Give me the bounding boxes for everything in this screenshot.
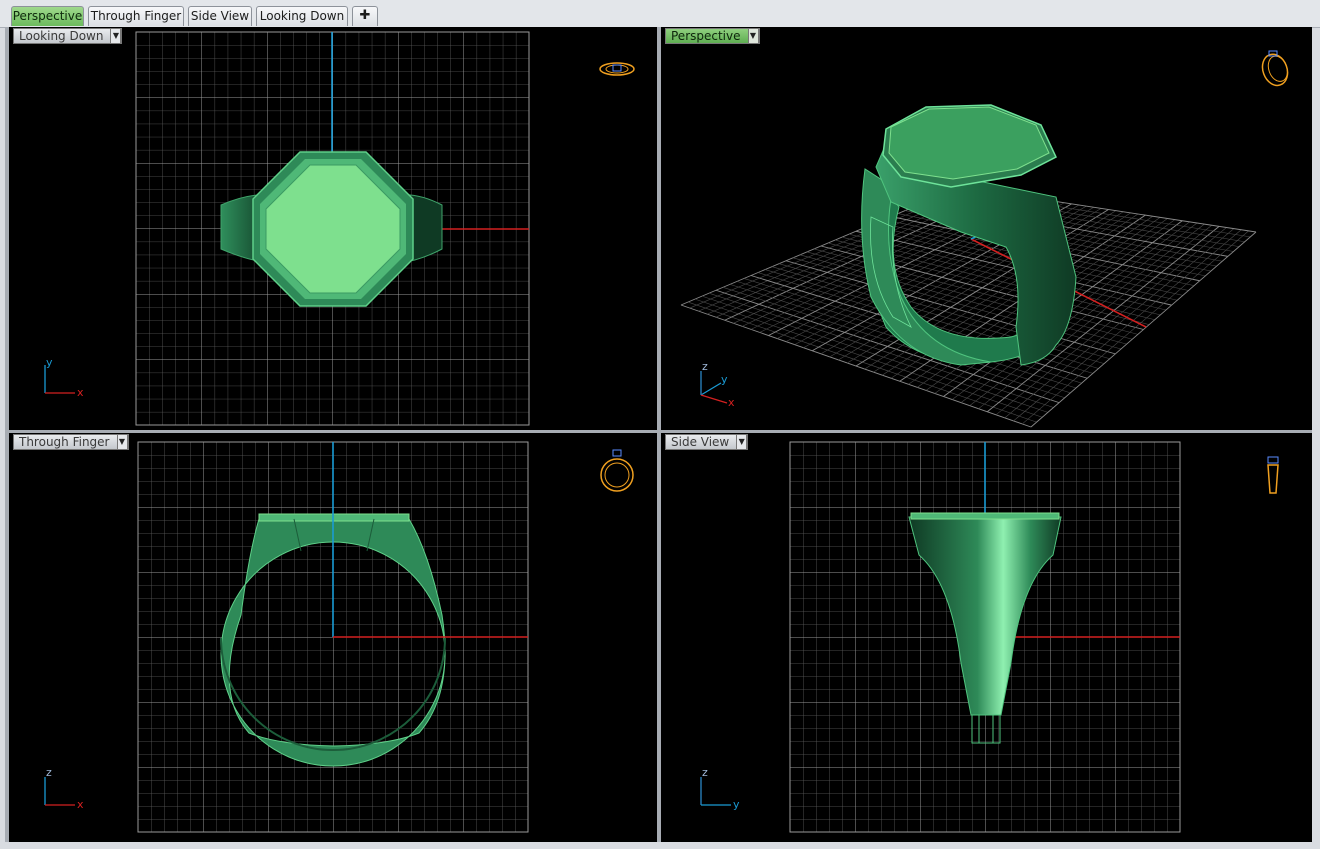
side-view-canvas: z y [700,441,1279,833]
viewport-perspective[interactable]: z y x Perspective ▼ [661,27,1312,430]
axis-label-z: z [702,766,708,779]
axis-label-z: z [702,360,708,373]
chevron-down-icon[interactable]: ▼ [110,28,122,44]
viewport-label-text: Through Finger [19,435,110,449]
tab-perspective[interactable]: Perspective [11,6,84,26]
viewport-label-text: Looking Down [19,29,104,43]
nav-widget-perspective[interactable] [1258,50,1291,89]
viewport-label-text: Side View [671,435,730,449]
viewport-area: y x Looking Down ▼ z y x Perspective ▼ z… [5,27,1312,842]
axis-label-y: y [721,373,728,386]
axis-indicator [44,365,75,394]
viewport-label-text: Perspective [671,29,741,43]
chevron-down-icon[interactable]: ▼ [747,28,759,44]
axis-label-y: y [733,798,740,811]
ring-model-perspective[interactable] [861,104,1077,366]
nav-widget-side[interactable] [1267,456,1279,494]
chevron-down-icon[interactable]: ▼ [116,434,128,450]
axis-label-x: x [728,396,735,409]
axis-label-z: z [46,766,52,779]
axis-indicator [700,777,731,806]
through-finger-canvas: z x [44,441,634,833]
axis-label-x: x [77,798,84,811]
viewport-label-side-view[interactable]: Side View ▼ [665,434,749,450]
tab-looking-down[interactable]: Looking Down [256,6,348,26]
nav-widget-top[interactable] [599,62,635,76]
view-tab-bar: Perspective Through Finger Side View Loo… [0,0,1320,28]
viewport-label-through-finger[interactable]: Through Finger ▼ [13,434,129,450]
viewport-side-view[interactable]: z y Side View ▼ [661,433,1312,842]
tab-through-finger[interactable]: Through Finger [88,6,184,26]
viewport-label-perspective[interactable]: Perspective ▼ [665,28,760,44]
viewport-label-looking-down[interactable]: Looking Down ▼ [13,28,123,44]
plus-icon: ✚ [359,8,371,23]
add-tab-button[interactable]: ✚ [352,6,378,26]
tab-side-view[interactable]: Side View [188,6,252,26]
chevron-down-icon[interactable]: ▼ [736,434,748,450]
axis-label-y: y [46,356,53,369]
looking-down-canvas: y x [44,31,635,426]
perspective-canvas: z y x [680,50,1291,428]
axis-indicator [44,777,75,806]
viewport-looking-down[interactable]: y x Looking Down ▼ [9,27,657,430]
axis-label-x: x [77,386,84,399]
viewport-through-finger[interactable]: z x Through Finger ▼ [9,433,657,842]
nav-widget-front[interactable] [600,449,634,492]
